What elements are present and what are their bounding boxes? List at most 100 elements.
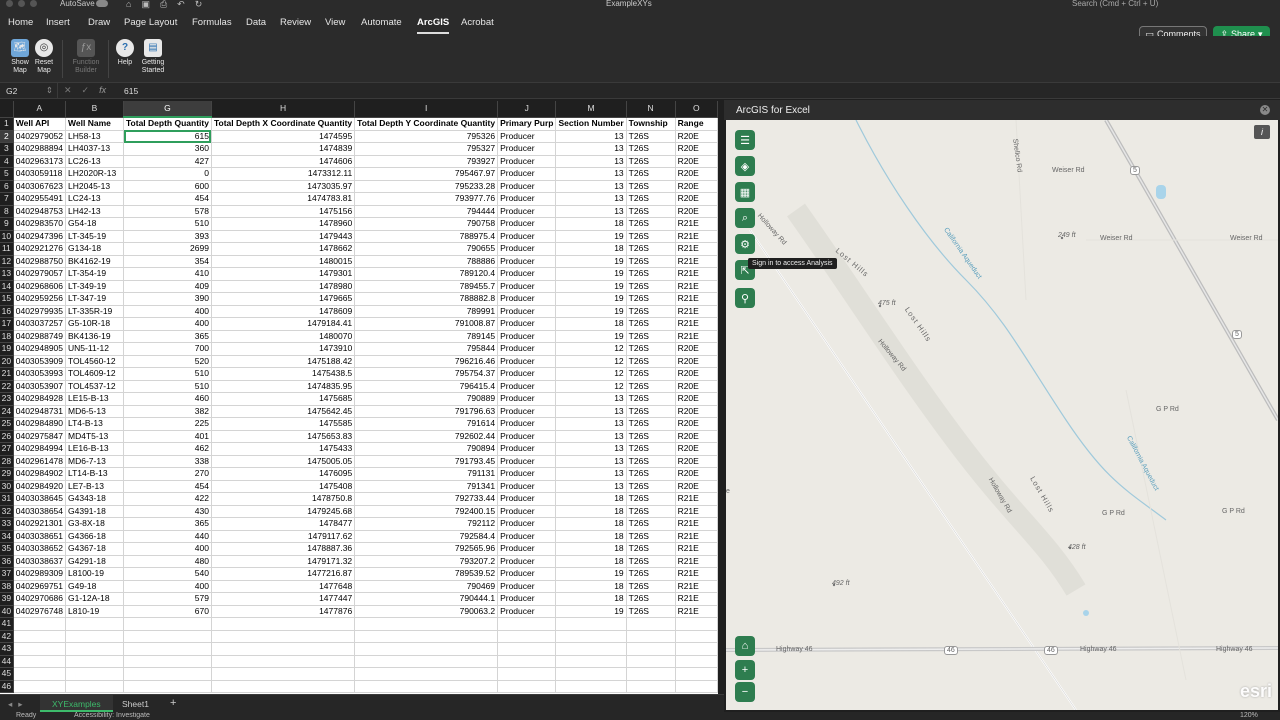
cell[interactable] (13, 667, 67, 681)
row-number[interactable]: 5 (0, 167, 14, 181)
cell[interactable]: 12 (555, 367, 627, 381)
cell[interactable]: 440 (123, 530, 212, 543)
cell[interactable]: R20E (675, 192, 718, 206)
row-number[interactable]: 37 (0, 567, 14, 581)
header-cell[interactable]: Section Number (555, 117, 627, 131)
cell[interactable]: 510 (123, 217, 212, 231)
cell[interactable]: 1475642.45 (211, 405, 356, 418)
cell[interactable]: 1477876 (211, 605, 356, 618)
cell[interactable]: T26S (626, 305, 676, 318)
cancel-icon[interactable]: ✕ (64, 85, 72, 96)
cell[interactable]: 12 (555, 355, 627, 368)
header-cell[interactable]: Total Depth X Coordinate Quantity (211, 117, 356, 131)
cell[interactable]: 510 (123, 367, 212, 381)
cell[interactable]: R20E (675, 205, 718, 218)
save-icon[interactable]: ▣ (141, 0, 150, 10)
cell[interactable]: 1473910 (211, 342, 356, 356)
cell[interactable]: T26S (626, 180, 676, 193)
cell[interactable]: 19 (555, 280, 627, 293)
cell[interactable]: 1474839 (211, 142, 356, 156)
row-number[interactable]: 43 (0, 642, 14, 656)
cell[interactable]: G3-8X-18 (65, 517, 124, 531)
cell[interactable]: LT-335R-19 (65, 305, 124, 318)
cell[interactable]: R20E (675, 480, 718, 493)
column-header[interactable]: B (65, 101, 124, 118)
cell[interactable]: 1475005.05 (211, 455, 356, 468)
cell[interactable]: 792584.4 (354, 530, 499, 543)
cell[interactable]: R21E (675, 280, 718, 293)
cell[interactable]: T26S (626, 505, 676, 518)
tab-draw[interactable]: Draw (88, 17, 110, 28)
cell[interactable]: LH2045-13 (65, 180, 124, 193)
cell[interactable]: 410 (123, 267, 212, 281)
cell[interactable] (555, 655, 627, 668)
cell[interactable]: BK4162-19 (65, 255, 124, 268)
cell[interactable]: Producer (497, 342, 557, 356)
cell[interactable]: 0403038645 (13, 492, 67, 506)
cell[interactable] (626, 642, 676, 656)
cell[interactable]: 0402961478 (13, 455, 67, 468)
cell[interactable]: 790444.1 (354, 592, 499, 606)
close-pane-icon[interactable]: ✕ (1260, 105, 1270, 115)
cell[interactable]: R20E (675, 367, 718, 381)
cell[interactable]: 0402988894 (13, 142, 67, 156)
formula-input[interactable]: 615 (124, 86, 138, 96)
cell[interactable]: 0402984902 (13, 467, 67, 481)
getting-started-button[interactable]: ▤ Getting Started (139, 39, 167, 75)
cell[interactable] (65, 630, 124, 643)
cell[interactable]: 19 (555, 330, 627, 343)
cell[interactable]: 1474783.81 (211, 192, 356, 206)
cell[interactable]: LT-354-19 (65, 267, 124, 281)
cell[interactable]: 13 (555, 455, 627, 468)
cell[interactable]: Producer (497, 555, 557, 568)
row-number[interactable]: 31 (0, 492, 14, 506)
cell[interactable] (123, 630, 212, 643)
cell[interactable]: MD4T5-13 (65, 430, 124, 443)
cell[interactable]: R20E (675, 155, 718, 168)
row-number[interactable]: 14 (0, 280, 14, 293)
tab-page-layout[interactable]: Page Layout (124, 17, 177, 28)
cell[interactable]: Producer (497, 217, 557, 231)
sheet-nav-arrows[interactable]: ◂▸ (8, 699, 29, 710)
cell[interactable]: Producer (497, 492, 557, 506)
cell[interactable]: UN5-11-12 (65, 342, 124, 356)
cell[interactable]: G4291-18 (65, 555, 124, 568)
print-icon[interactable]: ⎙ (160, 0, 167, 10)
zoom-in-button[interactable]: + (735, 660, 755, 680)
cell[interactable]: T26S (626, 480, 676, 493)
cell[interactable]: 0402988749 (13, 330, 67, 343)
cell[interactable]: R21E (675, 580, 718, 593)
cell[interactable]: G134-18 (65, 242, 124, 256)
column-header[interactable]: H (211, 101, 356, 118)
cell[interactable] (675, 680, 718, 693)
cell[interactable]: LH42-13 (65, 205, 124, 218)
cell[interactable]: 19 (555, 305, 627, 318)
cell[interactable]: Producer (497, 580, 557, 593)
cell[interactable] (211, 642, 356, 656)
cell[interactable]: R20E (675, 417, 718, 431)
cell[interactable]: 789145 (354, 330, 499, 343)
cell[interactable]: TOL4609-12 (65, 367, 124, 381)
insert-function-icon[interactable]: fx (99, 85, 106, 96)
cell[interactable]: 1478477 (211, 517, 356, 531)
tab-insert[interactable]: Insert (46, 17, 70, 28)
cell[interactable] (211, 667, 356, 681)
cell[interactable]: T26S (626, 317, 676, 331)
cell[interactable]: 0402988750 (13, 255, 67, 268)
cell[interactable] (555, 642, 627, 656)
cell[interactable]: 0402979057 (13, 267, 67, 281)
row-number[interactable]: 34 (0, 530, 14, 543)
cell[interactable] (497, 617, 557, 631)
cell[interactable]: R20E (675, 455, 718, 468)
cell[interactable]: 18 (555, 542, 627, 556)
cell[interactable]: R21E (675, 530, 718, 543)
header-cell[interactable]: Well API (13, 117, 67, 131)
help-button[interactable]: ? Help (116, 39, 134, 67)
check-icon[interactable]: ✓ (82, 85, 90, 96)
cell[interactable] (626, 630, 676, 643)
tab-acrobat[interactable]: Acrobat (461, 17, 494, 28)
cell[interactable]: R20E (675, 130, 718, 143)
row-number[interactable]: 13 (0, 267, 14, 281)
cell[interactable]: 0403038637 (13, 555, 67, 568)
spreadsheet-grid[interactable]: A B G H I J M N O 1 Well API Well Name Total Depth Q… (0, 101, 718, 694)
